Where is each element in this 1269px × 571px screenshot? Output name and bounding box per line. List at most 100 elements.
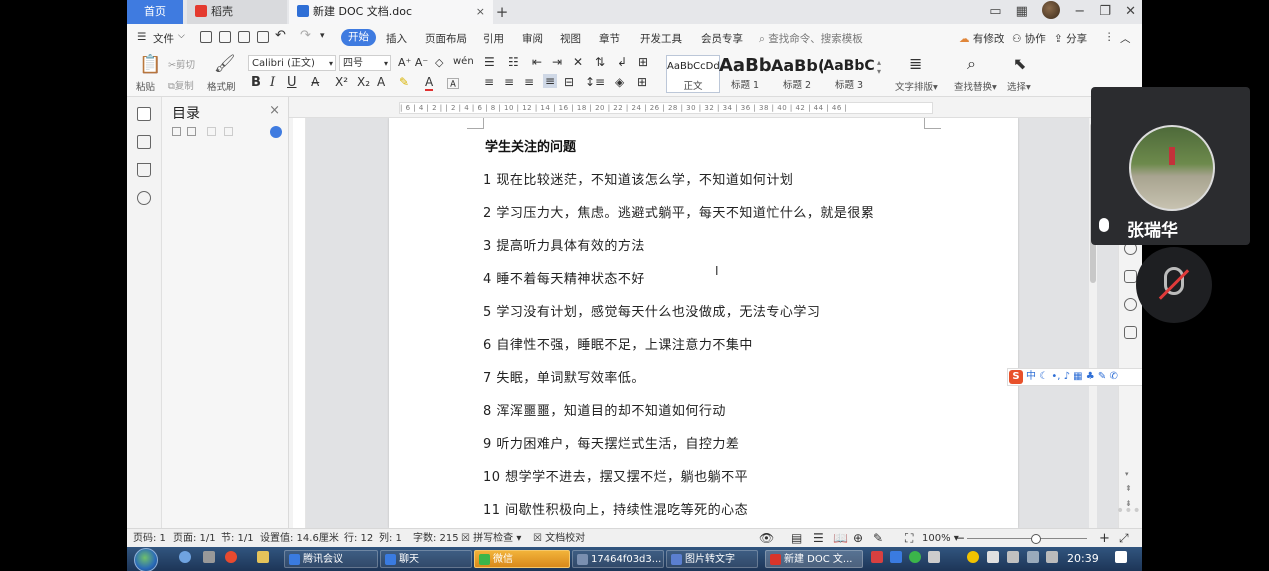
taskbar-item-image-to-text[interactable]: 图片转文字 xyxy=(666,550,758,568)
borders-icon[interactable]: ⊞ xyxy=(637,75,647,89)
style-heading-3[interactable]: AaBbC 标题 3 xyxy=(823,55,875,91)
subscript-icon[interactable]: X₂ xyxy=(357,75,370,89)
char-border-icon[interactable]: 🄰 xyxy=(447,75,459,92)
format-painter-icon[interactable]: 🖌 xyxy=(214,54,236,74)
underline-button[interactable]: U xyxy=(287,75,297,90)
share-button[interactable]: ⇪ 分享 xyxy=(1054,31,1087,46)
tray-power-icon[interactable] xyxy=(1027,551,1039,563)
outline-view-icon[interactable]: ☰ xyxy=(813,529,824,548)
restore-button[interactable]: ❐ xyxy=(1099,0,1111,24)
more-options-icon[interactable]: ⋮ xyxy=(1104,31,1115,43)
taskbar-item-wechat[interactable]: 微信 xyxy=(474,550,570,568)
decrease-indent-icon[interactable]: ⇤ xyxy=(532,55,542,69)
status-words[interactable]: 字数: 215 xyxy=(413,529,459,548)
paste-icon[interactable]: 📋 xyxy=(139,54,161,75)
copy-button[interactable]: ⧉复制 xyxy=(168,78,194,92)
hamburger-icon[interactable]: ☰ xyxy=(137,31,146,43)
tab-review[interactable]: 审阅 xyxy=(522,31,543,46)
style-heading-1[interactable]: AaBb 标题 1 xyxy=(719,55,771,91)
toc-toggle-icon[interactable] xyxy=(270,126,282,138)
scroll-down-icon[interactable]: ▾ xyxy=(1125,470,1129,478)
apps-grid-icon[interactable] xyxy=(203,551,215,563)
toc-remove-icon[interactable] xyxy=(224,127,233,136)
highlight-icon[interactable]: ✎ xyxy=(399,75,409,89)
toc-expand-icon[interactable] xyxy=(172,127,181,136)
select-button[interactable]: 选择▾ xyxy=(1007,79,1031,93)
export-pdf-icon[interactable] xyxy=(219,31,231,43)
font-name-select[interactable]: Calibri (正文) ▾ xyxy=(248,55,336,71)
ime-tools-icon[interactable]: ☾ •, ♪ ▦ ♣ ✎ ✆ xyxy=(1039,371,1118,382)
chapter-nav-icon[interactable] xyxy=(137,135,151,149)
undo-icon[interactable]: ↶ xyxy=(275,28,286,43)
tab-home[interactable]: 首页 xyxy=(127,0,183,24)
find-replace-button[interactable]: 查找替换▾ xyxy=(954,79,997,93)
strikethrough-icon[interactable]: A̶ xyxy=(311,75,319,89)
image-tool-icon[interactable] xyxy=(1124,270,1137,283)
distribute-icon[interactable]: ⊟ xyxy=(564,75,574,89)
minimize-button[interactable]: − xyxy=(1074,0,1085,24)
taskbar-clock[interactable]: 20:39 xyxy=(1067,547,1099,571)
proofread-button[interactable]: ☒ 文档校对 xyxy=(533,529,585,548)
sort-icon[interactable]: ⇅ xyxy=(595,55,605,69)
tab-insert[interactable]: 插入 xyxy=(386,31,407,46)
prev-page-icon[interactable]: ⇞ xyxy=(1125,484,1132,493)
tab-daoke[interactable]: 稻壳 xyxy=(187,0,287,24)
search-icon[interactable] xyxy=(137,191,151,205)
toc-nav-icon[interactable] xyxy=(137,107,151,121)
collapse-ribbon-icon[interactable]: ︿ xyxy=(1120,31,1131,46)
search-icon[interactable]: ⌕ xyxy=(967,54,976,74)
tray-usb-icon[interactable] xyxy=(928,551,940,563)
reading-view-icon[interactable]: 📖 xyxy=(833,529,848,548)
table-lines-icon[interactable]: ⊞ xyxy=(638,55,648,69)
ime-toolbar[interactable]: S中 ☾ •, ♪ ▦ ♣ ✎ ✆ xyxy=(1007,368,1142,386)
spell-check-button[interactable]: ☒ 拼写检查 ▾ xyxy=(461,529,521,548)
tray-flag-icon[interactable] xyxy=(987,551,999,563)
paste-button[interactable]: 粘贴 xyxy=(136,79,155,93)
tab-chapter[interactable]: 章节 xyxy=(599,31,620,46)
horizontal-ruler[interactable]: | 6 | 4 | 2 | | 2 | 4 | 6 | 8 | 10 | 12 … xyxy=(289,97,1119,118)
location-icon[interactable] xyxy=(1124,298,1137,311)
align-right-icon[interactable]: ≡ xyxy=(524,75,534,89)
cursor-select-icon[interactable]: ⬉ xyxy=(1013,54,1026,73)
status-page[interactable]: 页面: 1/1 xyxy=(173,529,216,548)
tab-close-icon[interactable]: × xyxy=(476,0,485,24)
print-icon[interactable] xyxy=(238,31,250,43)
text-effect-icon[interactable]: A xyxy=(377,75,385,89)
web-view-icon[interactable]: ⊕ xyxy=(853,529,863,548)
start-button[interactable] xyxy=(134,548,158,571)
style-normal[interactable]: AaBbCcDd 正文 xyxy=(666,55,720,93)
redo-icon[interactable]: ↷ xyxy=(300,28,311,43)
chevron-down-icon[interactable]: ⌵ xyxy=(178,31,185,41)
phonetic-icon[interactable]: wén xyxy=(453,56,474,67)
more-options-icon[interactable]: ••• xyxy=(1116,503,1141,519)
status-row[interactable]: 行: 12 xyxy=(344,529,373,548)
write-view-icon[interactable]: ✎ xyxy=(873,529,883,548)
print-preview-icon[interactable] xyxy=(257,31,269,43)
collaborate-button[interactable]: ⚇ 协作 xyxy=(1012,31,1046,46)
document-line-3[interactable]: 3 提高听力具体有效的方法 xyxy=(483,235,645,254)
tray-app-icon[interactable] xyxy=(967,551,979,563)
command-search[interactable]: ⌕ 查找命令、搜索模板 xyxy=(759,31,863,46)
menu-file[interactable]: 文件 xyxy=(153,31,174,46)
status-setting[interactable]: 设置值: 14.6厘米 xyxy=(260,529,339,548)
tray-meeting-icon[interactable] xyxy=(890,551,902,563)
vertical-ruler[interactable] xyxy=(293,118,306,528)
tray-security-icon[interactable] xyxy=(909,551,921,563)
document-line-9[interactable]: 9 听力困难户，每天摆烂式生活，自控力差 xyxy=(483,433,739,452)
text-layout-button[interactable]: 文字排版▾ xyxy=(895,79,938,93)
document-line-4[interactable]: 4 睡不着每天精神状态不好 xyxy=(483,268,645,287)
format-painter-button[interactable]: 格式刷 xyxy=(207,79,236,93)
zoom-level[interactable]: 100% ▾ xyxy=(922,529,959,548)
grow-font-icon[interactable]: A⁺ A⁻ xyxy=(398,56,428,69)
document-line-11[interactable]: 11 间歇性积极向上，持续性混吃等死的心态 xyxy=(483,499,748,518)
status-col[interactable]: 列: 1 xyxy=(379,529,402,548)
fullscreen-icon[interactable]: ⤢ xyxy=(1119,529,1129,548)
tray-volume-icon[interactable] xyxy=(1046,551,1058,563)
notification-icon[interactable] xyxy=(1115,551,1127,563)
document-line-7[interactable]: 7 失眠，单词默写效率低。 xyxy=(483,367,645,386)
tab-developer[interactable]: 开发工具 xyxy=(640,31,682,46)
styles-scroll-icon[interactable]: ▴ ▾ xyxy=(877,58,881,76)
fit-page-icon[interactable]: ⛶ xyxy=(905,529,913,548)
reader-icon[interactable] xyxy=(1124,326,1137,339)
numbered-list-icon[interactable]: ☷ xyxy=(508,55,519,69)
